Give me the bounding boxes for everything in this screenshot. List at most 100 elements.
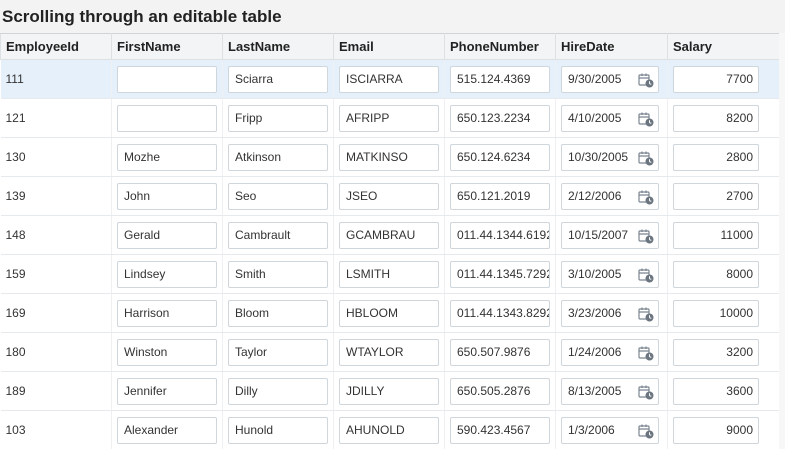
table-row[interactable]: 148 Gerald Cambrault GCAMBRAU 011.44.1344.61… <box>0 215 780 255</box>
calendar-clock-icon[interactable] <box>638 111 654 127</box>
salary-input[interactable]: 10000 <box>673 299 759 327</box>
phone-input[interactable]: 650.505.2876 <box>450 377 550 405</box>
phone-input[interactable]: 650.507.9876 <box>450 338 550 366</box>
email-input[interactable]: JSEO <box>339 182 439 210</box>
email-input[interactable]: JDILLY <box>339 377 439 405</box>
salary-input[interactable]: 2700 <box>673 182 759 210</box>
table-row[interactable]: 189 Jennifer Dilly JDILLY 650.505.2876 8/13/2… <box>0 371 780 411</box>
column-header-firstname[interactable]: FirstName <box>111 33 223 60</box>
column-header-email[interactable]: Email <box>333 33 445 60</box>
email-cell: ISCIARRA <box>333 59 445 99</box>
calendar-clock-icon[interactable] <box>638 267 654 283</box>
lastname-input[interactable]: Hunold <box>228 416 328 444</box>
email-input[interactable]: AHUNOLD <box>339 416 439 444</box>
calendar-clock-icon[interactable] <box>638 423 654 439</box>
hiredate-input[interactable]: 10/15/2007 <box>561 221 659 249</box>
lastname-input[interactable]: Cambrault <box>228 221 328 249</box>
phone-input[interactable]: 011.44.1343.829268 <box>450 299 550 327</box>
firstname-input[interactable] <box>117 104 217 132</box>
firstname-input[interactable]: Alexander <box>117 416 217 444</box>
firstname-input[interactable]: Mozhe <box>117 143 217 171</box>
column-header-phonenumber[interactable]: PhoneNumber <box>444 33 556 60</box>
phone-cell: 011.44.1343.829268 <box>444 293 556 333</box>
salary-input[interactable]: 3600 <box>673 377 759 405</box>
hiredate-input[interactable]: 9/30/2005 <box>561 65 659 93</box>
lastname-input[interactable]: Fripp <box>228 104 328 132</box>
salary-input[interactable]: 7700 <box>673 65 759 93</box>
column-header-hiredate[interactable]: HireDate <box>555 33 668 60</box>
column-header-lastname[interactable]: LastName <box>222 33 334 60</box>
email-input[interactable]: HBLOOM <box>339 299 439 327</box>
email-input[interactable]: LSMITH <box>339 260 439 288</box>
vertical-scrollbar[interactable] <box>779 33 785 449</box>
column-header-employeeid[interactable]: EmployeeId <box>0 33 112 60</box>
table-row[interactable]: 180 Winston Taylor WTAYLOR 650.507.9876 1/24/… <box>0 332 780 372</box>
phone-input[interactable]: 650.124.6234 <box>450 143 550 171</box>
firstname-input[interactable]: Jennifer <box>117 377 217 405</box>
calendar-clock-icon[interactable] <box>638 384 654 400</box>
salary-input[interactable]: 11000 <box>673 221 759 249</box>
calendar-clock-icon[interactable] <box>638 228 654 244</box>
lastname-input[interactable]: Smith <box>228 260 328 288</box>
calendar-clock-icon[interactable] <box>638 189 654 205</box>
email-input[interactable]: GCAMBRAU <box>339 221 439 249</box>
firstname-input[interactable]: John <box>117 182 217 210</box>
hiredate-input[interactable]: 1/3/2006 <box>561 416 659 444</box>
phone-input[interactable]: 515.124.4369 <box>450 65 550 93</box>
firstname-input[interactable]: Gerald <box>117 221 217 249</box>
hiredate-cell: 2/12/2006 <box>555 176 668 216</box>
firstname-input[interactable]: Winston <box>117 338 217 366</box>
calendar-clock-icon[interactable] <box>638 72 654 88</box>
salary-input[interactable]: 8200 <box>673 104 759 132</box>
firstname-input[interactable] <box>117 65 217 93</box>
hiredate-input[interactable]: 3/10/2005 <box>561 260 659 288</box>
firstname-input[interactable]: Lindsey <box>117 260 217 288</box>
email-cell: LSMITH <box>333 254 445 294</box>
lastname-input[interactable]: Taylor <box>228 338 328 366</box>
phone-input[interactable]: 650.121.2019 <box>450 182 550 210</box>
header-row: EmployeeId FirstName LastName Email Phon… <box>0 33 780 60</box>
lastname-input[interactable]: Bloom <box>228 299 328 327</box>
salary-input[interactable]: 9000 <box>673 416 759 444</box>
email-cell: JDILLY <box>333 371 445 411</box>
phone-input[interactable]: 590.423.4567 <box>450 416 550 444</box>
table-row[interactable]: 103 Alexander Hunold AHUNOLD 590.423.4567 1/3… <box>0 410 780 449</box>
table-row[interactable]: 130 Mozhe Atkinson MATKINSO 650.124.6234 10/3… <box>0 137 780 177</box>
hiredate-cell: 1/24/2006 <box>555 332 668 372</box>
hiredate-input[interactable]: 2/12/2006 <box>561 182 659 210</box>
table-row[interactable]: 111 Sciarra ISCIARRA 515.124.4369 9/30/2005 7… <box>0 59 780 99</box>
firstname-input[interactable]: Harrison <box>117 299 217 327</box>
email-input[interactable]: WTAYLOR <box>339 338 439 366</box>
table-row[interactable]: 139 John Seo JSEO 650.121.2019 2/12/2006 2700 <box>0 176 780 216</box>
lastname-input[interactable]: Atkinson <box>228 143 328 171</box>
hiredate-input[interactable]: 3/23/2006 <box>561 299 659 327</box>
phone-input[interactable]: 650.123.2234 <box>450 104 550 132</box>
salary-cell: 11000 <box>667 215 780 255</box>
calendar-clock-icon[interactable] <box>638 150 654 166</box>
calendar-clock-icon[interactable] <box>638 345 654 361</box>
lastname-cell: Sciarra <box>222 59 334 99</box>
phone-cell: 011.44.1344.619268 <box>444 215 556 255</box>
firstname-cell: Gerald <box>111 215 223 255</box>
table-row[interactable]: 159Lindsey Smith LSMITH 011.44.1345.729268 3… <box>0 254 780 294</box>
lastname-input[interactable]: Sciarra <box>228 65 328 93</box>
lastname-input[interactable]: Dilly <box>228 377 328 405</box>
table-row[interactable]: 121 Fripp AFRIPP 650.123.2234 4/10/2005 8200 <box>0 98 780 138</box>
hiredate-input[interactable]: 8/13/2005 <box>561 377 659 405</box>
salary-input[interactable]: 3200 <box>673 338 759 366</box>
calendar-clock-icon[interactable] <box>638 306 654 322</box>
email-input[interactable]: MATKINSO <box>339 143 439 171</box>
table-row[interactable]: 169Harrison Bloom HBLOOM 011.44.1343.829268… <box>0 293 780 333</box>
phone-input[interactable]: 011.44.1344.619268 <box>450 221 550 249</box>
hiredate-input[interactable]: 4/10/2005 <box>561 104 659 132</box>
hiredate-input[interactable]: 1/24/2006 <box>561 338 659 366</box>
lastname-input[interactable]: Seo <box>228 182 328 210</box>
salary-input[interactable]: 2800 <box>673 143 759 171</box>
phone-input[interactable]: 011.44.1345.729268 <box>450 260 550 288</box>
salary-input[interactable]: 8000 <box>673 260 759 288</box>
email-input[interactable]: ISCIARRA <box>339 65 439 93</box>
column-header-salary[interactable]: Salary <box>667 33 780 60</box>
hiredate-value: 3/10/2005 <box>568 266 622 281</box>
hiredate-input[interactable]: 10/30/2005 <box>561 143 659 171</box>
email-input[interactable]: AFRIPP <box>339 104 439 132</box>
